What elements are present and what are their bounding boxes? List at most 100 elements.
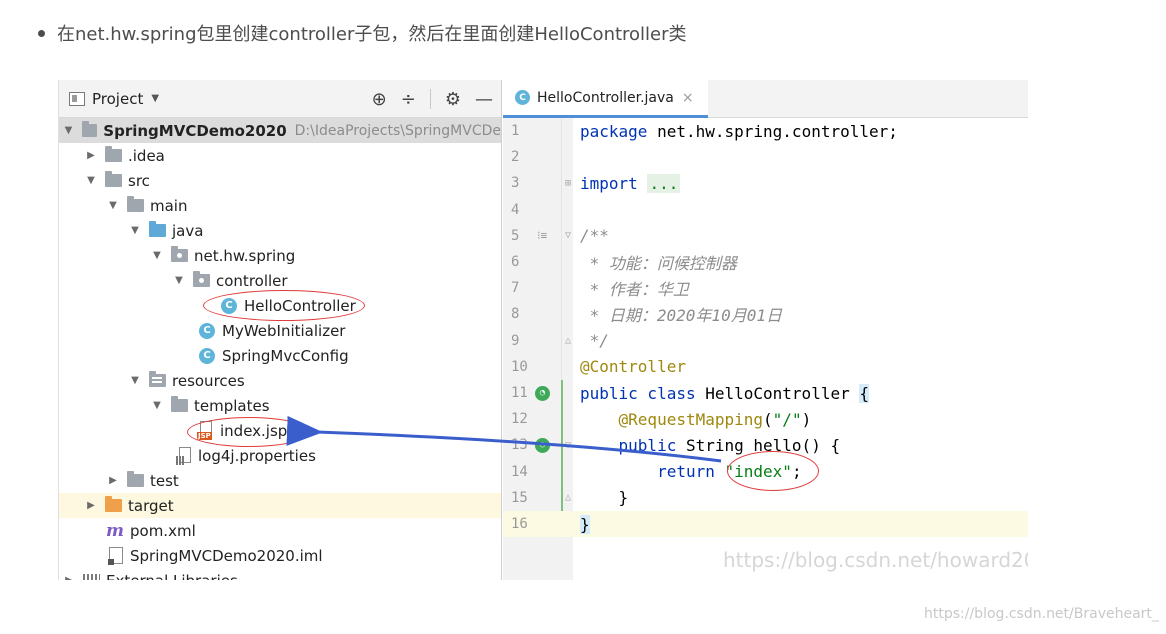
project-panel-toolbar: ⊕ ÷ ⚙ — xyxy=(372,80,493,118)
tree-item-external-libraries[interactable]: ▶ External Libraries xyxy=(59,568,501,580)
code-line: 5 ⁝≡ ▽ /** xyxy=(503,223,1028,249)
code-text: */ xyxy=(580,331,609,351)
editor-tab-bar: C HelloController.java × xyxy=(503,80,1028,118)
chevron-down-icon[interactable]: ▼ xyxy=(63,125,74,136)
gear-icon[interactable]: ⚙ xyxy=(445,89,461,110)
tab-hello-controller[interactable]: C HelloController.java × xyxy=(503,80,708,118)
code-text: * 作者：华卫 xyxy=(580,280,689,300)
code-text: * 日期：2020年10月01日 xyxy=(580,306,782,326)
line-number: 12 xyxy=(511,411,528,428)
chevron-right-icon[interactable]: ▶ xyxy=(107,475,119,486)
tree-item-pom-xml[interactable]: m pom.xml xyxy=(59,518,501,543)
tree-item-index-jsp[interactable]: JSP index.jsp xyxy=(59,418,501,443)
tree-item-label: controller xyxy=(216,271,288,290)
code-text: } xyxy=(580,488,629,508)
tree-item-controller[interactable]: ▼ controller xyxy=(59,268,501,293)
chevron-right-icon[interactable]: ▶ xyxy=(63,575,75,580)
code-line: 6 * 功能：问候控制器 xyxy=(503,249,1028,275)
code-area[interactable]: 1 package net.hw.spring.controller; 2 3 … xyxy=(503,118,1028,580)
line-number: 4 xyxy=(511,201,520,218)
line-number: 16 xyxy=(511,516,528,533)
source-folder-icon xyxy=(149,221,166,237)
locate-icon[interactable]: ⊕ xyxy=(372,89,387,110)
fold-icon[interactable]: ▽ xyxy=(565,440,571,451)
fold-icon[interactable]: ▽ xyxy=(565,230,571,241)
toolbar-divider xyxy=(429,89,431,109)
spring-bean-icon[interactable]: ◔ xyxy=(535,437,550,453)
chevron-down-icon[interactable]: ▼ xyxy=(129,375,141,386)
tree-item-label: net.hw.spring xyxy=(194,246,296,265)
tree-item-resources[interactable]: ▼ resources xyxy=(59,368,501,393)
code-text: * 功能：问候控制器 xyxy=(580,254,737,274)
code-text: } xyxy=(580,514,590,534)
code-line: 11 ◔ public class HelloController { xyxy=(503,380,1028,406)
tree-item-net-hw-spring[interactable]: ▼ net.hw.spring xyxy=(59,243,501,268)
class-icon: C xyxy=(221,297,237,314)
chevron-down-icon[interactable]: ▼ xyxy=(151,400,163,411)
tree-item-log4j-properties[interactable]: log4j.properties xyxy=(59,443,501,468)
spring-bean-icon[interactable]: ◔ xyxy=(535,385,550,401)
line-number: 9 xyxy=(511,332,520,349)
line-number: 2 xyxy=(511,149,520,166)
folder-icon xyxy=(105,146,122,162)
jsp-file-icon: JSP xyxy=(197,421,214,440)
code-text: package net.hw.spring.controller; xyxy=(580,121,898,141)
code-text: return "index"; xyxy=(657,462,802,482)
tree-item-iml[interactable]: SpringMVCDemo2020.iml xyxy=(59,543,501,568)
chevron-down-icon[interactable]: ▼ xyxy=(173,275,185,286)
tree-item-templates[interactable]: ▼ templates xyxy=(59,393,501,418)
class-icon: C xyxy=(199,347,215,364)
instruction-line: 在net.hw.spring包里创建controller子包，然后在里面创建He… xyxy=(38,20,687,46)
code-text: /** xyxy=(580,226,609,246)
class-icon: C xyxy=(515,90,530,105)
resources-folder-icon xyxy=(149,371,166,387)
code-line: 3 ⊞ import ... xyxy=(503,170,1028,196)
tree-item-label: java xyxy=(172,221,204,240)
tree-item-idea[interactable]: ▶ .idea xyxy=(59,143,501,168)
chevron-right-icon[interactable]: ▶ xyxy=(85,150,97,161)
fold-icon[interactable]: ⊞ xyxy=(565,178,571,189)
chevron-down-icon[interactable]: ▼ xyxy=(107,200,119,211)
code-line: 13 ◔ ▽ public String hello() { xyxy=(503,432,1028,458)
chevron-down-icon[interactable]: ▼ xyxy=(151,93,159,104)
close-icon[interactable]: × xyxy=(682,90,694,106)
line-number: 10 xyxy=(511,358,528,375)
code-line: 1 package net.hw.spring.controller; xyxy=(503,118,1028,144)
minimize-icon[interactable]: — xyxy=(475,89,493,110)
code-line: 8 * 日期：2020年10月01日 xyxy=(503,301,1028,327)
code-text: public class HelloController { xyxy=(580,383,869,403)
chevron-down-icon[interactable]: ▼ xyxy=(151,250,163,261)
code-line: 14 return "index"; xyxy=(503,459,1028,485)
code-text: @RequestMapping("/") xyxy=(618,409,812,429)
project-panel-title[interactable]: Project xyxy=(92,90,143,108)
chevron-right-icon[interactable]: ▶ xyxy=(85,500,97,511)
tree-item-label: SpringMVCDemo2020 xyxy=(103,121,287,140)
tree-item-src[interactable]: ▼ src xyxy=(59,168,501,193)
page-watermark: https://blog.csdn.net/Braveheart_ xyxy=(924,606,1159,622)
line-number: 8 xyxy=(511,306,520,323)
package-icon xyxy=(193,271,210,287)
tree-item-spring-mvc-config[interactable]: C SpringMvcConfig xyxy=(59,343,501,368)
line-number: 1 xyxy=(511,123,520,140)
properties-file-icon xyxy=(176,446,193,465)
tree-item-main[interactable]: ▼ main xyxy=(59,193,501,218)
library-icon xyxy=(83,574,100,580)
collapse-all-icon[interactable]: ÷ xyxy=(401,89,416,110)
editor-watermark: https://blog.csdn.net/howard2005 xyxy=(723,548,1028,572)
chevron-down-icon[interactable]: ▼ xyxy=(129,225,141,236)
fold-icon[interactable]: △ xyxy=(565,492,571,503)
tree-item-test[interactable]: ▶ test xyxy=(59,468,501,493)
tree-item-hello-controller[interactable]: C HelloController xyxy=(59,293,501,318)
chevron-down-icon[interactable]: ▼ xyxy=(85,175,97,186)
tree-item-label: SpringMVCDemo2020.iml xyxy=(130,546,323,565)
project-panel-header: Project ▼ ⊕ ÷ ⚙ — xyxy=(59,80,501,118)
fold-icon[interactable]: △ xyxy=(565,335,571,346)
tree-item-label: main xyxy=(150,196,188,215)
module-folder-icon xyxy=(81,121,98,137)
tree-item-target[interactable]: ▶ target xyxy=(59,493,501,518)
tree-item-label: target xyxy=(128,496,174,515)
tree-item-label: log4j.properties xyxy=(198,446,316,465)
tree-item-project-root[interactable]: ▼ SpringMVCDemo2020 D:\IdeaProjects\Spri… xyxy=(59,118,501,143)
tree-item-java[interactable]: ▼ java xyxy=(59,218,501,243)
tree-item-my-web-initializer[interactable]: C MyWebInitializer xyxy=(59,318,501,343)
